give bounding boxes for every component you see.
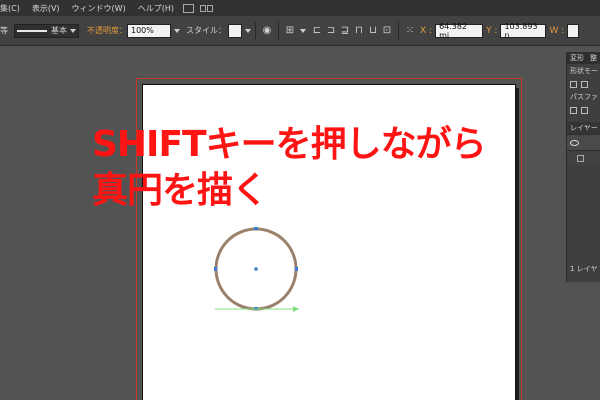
shape-mode-buttons [567,78,600,90]
pathfinder-buttons [567,104,600,116]
layers-count: 1 レイヤ [570,265,598,273]
artwork-layer [214,227,299,312]
shape-mode-label: 形状モー [570,67,598,75]
right-panel-dock: 変形 整 形状モー パスファ レイヤー 1 レイヤ [566,52,600,282]
anchor-point-top[interactable] [254,227,258,230]
transform-tab[interactable]: 変形 整 [567,52,600,64]
pathfinder-label: パスファ [570,93,598,101]
unite-icon[interactable] [570,80,577,88]
smart-guide-arrow [293,306,299,312]
tab-align[interactable]: 整 [590,53,597,63]
layer-row[interactable] [567,134,600,150]
eye-icon[interactable] [570,139,579,146]
tab-transform[interactable]: 変形 [570,53,584,63]
divide-icon[interactable] [570,106,577,114]
minus-front-icon[interactable] [581,80,588,88]
layer-thumbnail-icon [577,155,584,162]
anchor-point-left[interactable] [214,267,217,271]
caption-line-1: SHIFTキーを押しながら [92,124,487,165]
caption-line-2: 真円を描く [92,170,268,211]
illustrator-window: 集(C) 表示(V) ウィンドウ(W) ヘルプ(H) 等 基本 不透明度： 10… [0,0,600,400]
anchor-point-right[interactable] [295,267,298,271]
sublayer-row[interactable] [567,150,600,166]
layers-tab[interactable]: レイヤー [567,122,600,134]
center-point [254,267,258,271]
trim-icon[interactable] [581,106,588,114]
